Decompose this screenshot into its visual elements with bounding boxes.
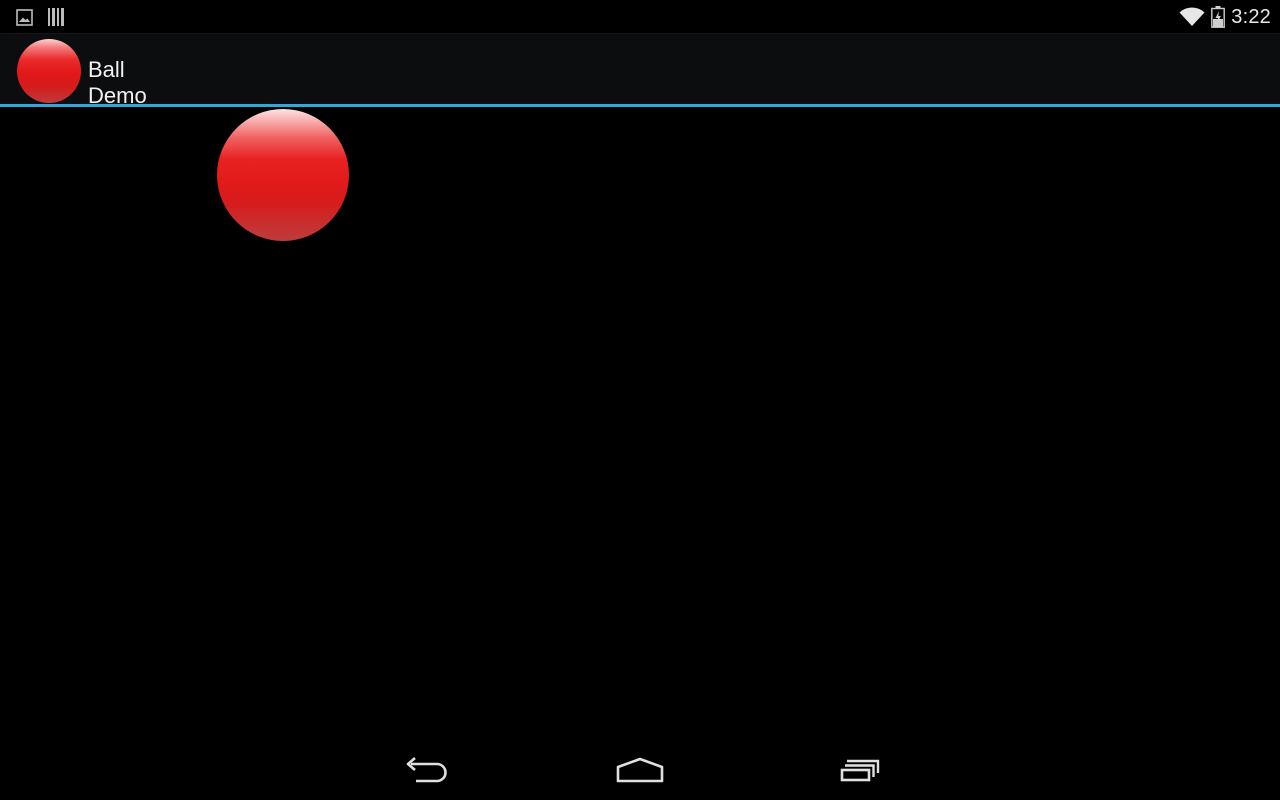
status-system-area: 3:22 bbox=[1179, 4, 1271, 30]
back-button[interactable] bbox=[394, 750, 454, 790]
back-icon bbox=[401, 757, 447, 783]
red-ball[interactable] bbox=[217, 109, 349, 241]
wifi-icon bbox=[1179, 7, 1205, 27]
red-ball-icon[interactable] bbox=[17, 39, 81, 103]
navigation-bar bbox=[0, 740, 1280, 800]
battery-icon bbox=[1211, 6, 1226, 28]
status-notifications bbox=[16, 8, 65, 26]
home-icon bbox=[615, 757, 665, 783]
action-bar: Ball Demo bbox=[0, 33, 1280, 108]
app-title: Ball Demo bbox=[88, 57, 147, 108]
barcode-notification-icon bbox=[47, 8, 65, 26]
ball-canvas[interactable] bbox=[0, 107, 1280, 740]
home-button[interactable] bbox=[610, 750, 670, 790]
recent-apps-icon bbox=[833, 758, 881, 782]
recent-apps-button[interactable] bbox=[827, 750, 887, 790]
gallery-notification-icon bbox=[16, 8, 33, 26]
status-time: 3:22 bbox=[1231, 6, 1271, 28]
status-bar: 3:22 bbox=[0, 0, 1280, 33]
android-screen: 3:22 Ball Demo bbox=[0, 0, 1280, 800]
